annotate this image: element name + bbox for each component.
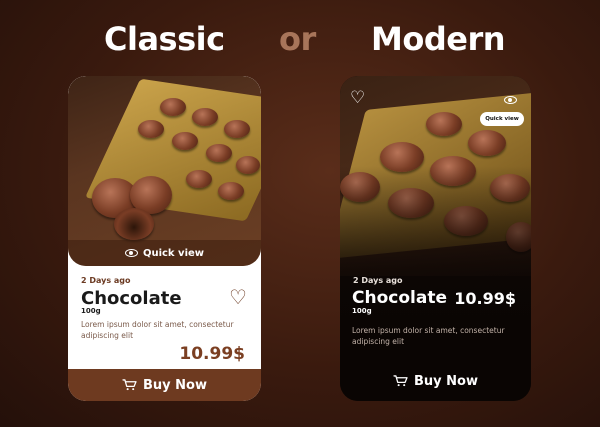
chocolate-piece — [186, 170, 212, 188]
heart-outline-icon[interactable]: ♡ — [350, 90, 365, 107]
cart-icon — [122, 379, 137, 391]
eye-icon[interactable] — [504, 96, 517, 104]
classic-quick-view-button[interactable]: Quick view — [68, 240, 261, 266]
chocolate-piece — [160, 98, 186, 116]
chocolate-piece — [206, 144, 232, 162]
quick-view-tooltip: Quick view — [480, 112, 524, 126]
heart-outline-icon[interactable]: ♡ — [229, 287, 247, 307]
chocolate-piece — [426, 112, 462, 136]
chocolate-piece — [236, 156, 260, 174]
product-title: Chocolate — [352, 288, 447, 308]
chocolate-piece — [172, 132, 198, 150]
quick-view-label: Quick view — [142, 247, 205, 259]
chocolate-piece — [192, 108, 218, 126]
cart-icon — [393, 375, 408, 387]
product-price: 10.99$ — [454, 289, 516, 308]
headline-modern: Modern — [371, 20, 506, 58]
product-description: Lorem ipsum dolor sit amet, consectetur … — [352, 326, 505, 346]
headline-or: or — [279, 20, 316, 58]
classic-product-card[interactable]: Quick view 2 Days ago Chocolate 100g ♡ L… — [68, 76, 261, 401]
buy-now-label: Buy Now — [414, 373, 478, 389]
posted-date: 2 Days ago — [353, 276, 403, 285]
modern-product-card[interactable]: ♡ Quick view 2 Days ago Chocolate 100g 1… — [340, 76, 531, 401]
headline: Classic or Modern — [0, 20, 600, 64]
product-title: Chocolate — [81, 288, 182, 309]
chocolate-piece-bitten — [114, 208, 154, 240]
product-price: 10.99$ — [179, 344, 245, 364]
buy-now-label: Buy Now — [143, 377, 207, 393]
classic-product-image[interactable]: Quick view — [68, 76, 261, 266]
product-weight: 100g — [81, 307, 101, 315]
chocolate-piece — [468, 130, 506, 156]
headline-classic: Classic — [104, 20, 225, 58]
buy-now-button[interactable]: Buy Now — [340, 365, 531, 397]
chocolate-piece — [218, 182, 244, 200]
eye-icon — [124, 249, 138, 257]
chocolate-piece — [224, 120, 250, 138]
chocolate-piece — [138, 120, 164, 138]
posted-date: 2 Days ago — [81, 276, 131, 285]
buy-now-button[interactable]: Buy Now — [68, 369, 261, 401]
product-weight: 100g — [352, 307, 372, 315]
product-description: Lorem ipsum dolor sit amet, consectetur … — [81, 320, 234, 340]
